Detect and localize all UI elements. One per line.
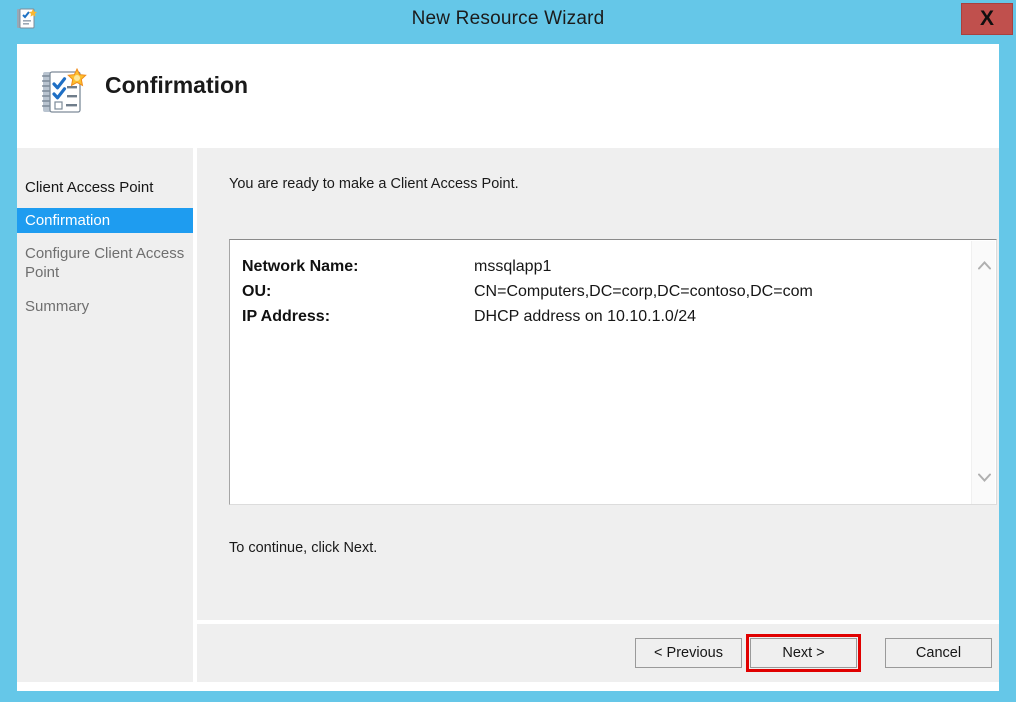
detail-label: OU:	[242, 283, 474, 301]
previous-button[interactable]: < Previous	[635, 638, 742, 668]
wizard-window: New Resource Wizard X	[0, 0, 1016, 702]
body-region: Client Access Point Confirmation Configu…	[17, 139, 999, 691]
chevron-up-icon[interactable]	[972, 255, 996, 279]
sidebar-item-summary[interactable]: Summary	[17, 294, 193, 319]
next-button[interactable]: Next >	[750, 638, 857, 668]
close-icon[interactable]: X	[961, 3, 1013, 35]
sidebar-item-confirmation[interactable]: Confirmation	[17, 208, 193, 233]
detail-row: Network Name: mssqlapp1	[242, 254, 962, 279]
sidebar-item-client-access-point[interactable]: Client Access Point	[17, 175, 193, 200]
content-panel: You are ready to make a Client Access Po…	[197, 148, 999, 620]
cancel-button[interactable]: Cancel	[885, 638, 992, 668]
details-list: Network Name: mssqlapp1 OU: CN=Computers…	[242, 254, 962, 329]
detail-row: OU: CN=Computers,DC=corp,DC=contoso,DC=c…	[242, 279, 962, 304]
sidebar-item-configure-client-access-point[interactable]: Configure Client Access Point	[17, 241, 193, 285]
details-box: Network Name: mssqlapp1 OU: CN=Computers…	[229, 239, 997, 505]
continue-text: To continue, click Next.	[229, 540, 377, 556]
window-title: New Resource Wizard	[0, 0, 1016, 38]
header-band: Confirmation	[17, 44, 999, 139]
page-title: Confirmation	[105, 72, 248, 99]
detail-value: CN=Computers,DC=corp,DC=contoso,DC=com	[474, 283, 813, 301]
wizard-step-sidebar: Client Access Point Confirmation Configu…	[17, 148, 193, 682]
chevron-down-icon[interactable]	[972, 467, 996, 491]
detail-row: IP Address: DHCP address on 10.10.1.0/24	[242, 304, 962, 329]
detail-label: IP Address:	[242, 308, 474, 326]
confirmation-checklist-icon	[37, 64, 93, 120]
details-scrollbar[interactable]	[971, 241, 995, 505]
intro-text: You are ready to make a Client Access Po…	[229, 176, 519, 192]
title-bar: New Resource Wizard X	[0, 0, 1016, 38]
footer-bar: < Previous Next > Cancel	[197, 624, 999, 682]
detail-label: Network Name:	[242, 258, 474, 276]
detail-value: DHCP address on 10.10.1.0/24	[474, 308, 696, 326]
detail-value: mssqlapp1	[474, 258, 551, 276]
